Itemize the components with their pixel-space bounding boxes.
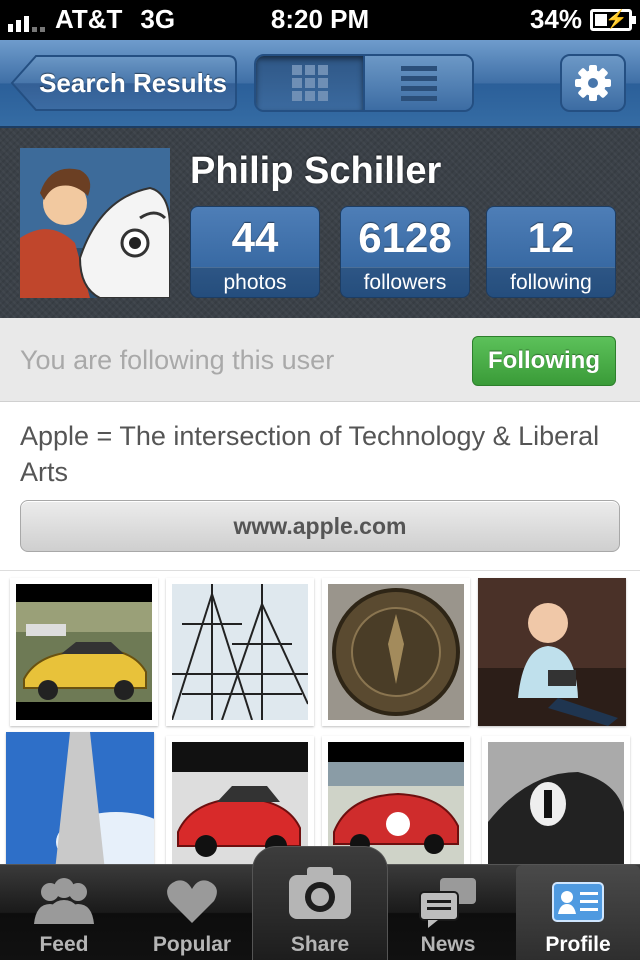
battery-percent: 34% bbox=[529, 4, 582, 34]
back-button[interactable]: Search Results bbox=[10, 54, 238, 112]
heart-icon bbox=[167, 880, 217, 923]
photo-thumbnail[interactable] bbox=[166, 578, 314, 726]
tab-share-label: Share bbox=[290, 933, 350, 956]
profile-bio: Apple = The intersection of Technology &… bbox=[20, 421, 600, 487]
grid-view-tab[interactable] bbox=[256, 56, 363, 110]
settings-button[interactable] bbox=[560, 54, 626, 112]
followers-label: followers bbox=[341, 267, 469, 297]
photo-thumbnail[interactable] bbox=[10, 578, 158, 726]
navigation-bar: Search Results bbox=[0, 40, 640, 128]
photo-ship-rigging bbox=[172, 584, 308, 720]
follow-status-row: You are following this user Following bbox=[0, 318, 640, 402]
following-count-button[interactable]: 12 following bbox=[486, 206, 616, 298]
speech-bubbles-icon bbox=[419, 878, 476, 928]
photo-yellow-sports-car bbox=[16, 584, 152, 720]
list-view-tab[interactable] bbox=[365, 56, 472, 110]
tab-profile-label: Profile bbox=[545, 933, 611, 956]
list-icon bbox=[400, 66, 437, 101]
following-button[interactable]: Following bbox=[472, 336, 616, 386]
tab-popular[interactable]: Popular bbox=[128, 865, 256, 960]
photo-monument-obelisk bbox=[6, 732, 154, 880]
photo-freedom-trail-medallion bbox=[328, 584, 464, 720]
followers-count-button[interactable]: 6128 followers bbox=[340, 206, 470, 298]
tab-news-label: News bbox=[420, 933, 476, 956]
tab-feed[interactable]: Feed bbox=[0, 865, 128, 960]
tab-profile[interactable]: Profile bbox=[516, 865, 640, 960]
tab-popular-label: Popular bbox=[152, 933, 232, 956]
avatar-image bbox=[20, 148, 170, 298]
back-button-label: Search Results bbox=[39, 68, 227, 98]
tab-feed-label: Feed bbox=[39, 933, 89, 956]
gear-icon bbox=[575, 65, 611, 101]
photo-thumbnail[interactable] bbox=[6, 732, 154, 880]
photos-count-button[interactable]: 44 photos bbox=[190, 206, 320, 298]
following-label: following bbox=[487, 267, 615, 297]
website-link-button[interactable]: www.apple.com bbox=[20, 500, 620, 552]
photo-thumbnail[interactable] bbox=[482, 736, 630, 884]
status-bar: AT&T 3G 8:20 PM 34% ⚡ bbox=[0, 0, 640, 40]
avatar[interactable] bbox=[20, 148, 170, 298]
grid-icon bbox=[291, 65, 328, 101]
tab-news[interactable]: News bbox=[384, 865, 512, 960]
charging-bolt-icon: ⚡ bbox=[605, 8, 628, 29]
photos-count: 44 bbox=[231, 214, 279, 261]
followers-count: 6128 bbox=[358, 214, 452, 261]
photo-child-on-couch bbox=[478, 578, 626, 726]
photo-race-car-number-1 bbox=[488, 742, 624, 878]
photos-label: photos bbox=[191, 267, 319, 297]
photo-thumbnail[interactable] bbox=[478, 578, 626, 726]
camera-icon bbox=[289, 867, 351, 919]
view-mode-switch[interactable] bbox=[254, 54, 474, 112]
profile-name: Philip Schiller bbox=[190, 150, 442, 192]
photo-thumbnail[interactable] bbox=[322, 578, 470, 726]
following-count: 12 bbox=[527, 214, 575, 261]
profile-header: Philip Schiller 44 photos 6128 followers… bbox=[0, 128, 640, 318]
battery-icon: ⚡ bbox=[590, 8, 636, 31]
profile-card-icon bbox=[552, 882, 604, 922]
tab-share[interactable]: Share bbox=[252, 846, 388, 960]
people-icon bbox=[34, 878, 94, 924]
follow-status-text: You are following this user bbox=[20, 345, 335, 375]
